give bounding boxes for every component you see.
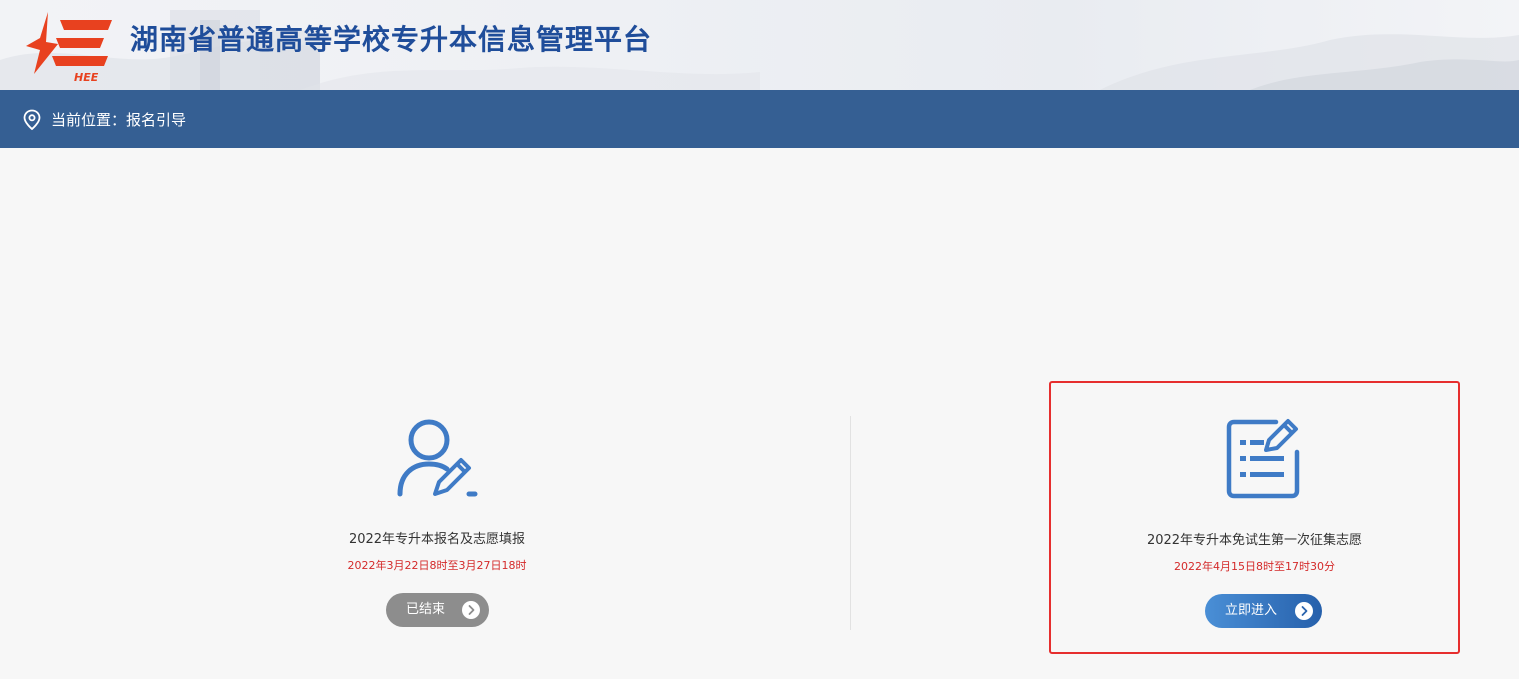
hee-logo: HEE	[26, 12, 112, 84]
ended-button[interactable]: 已结束	[386, 593, 489, 627]
site-header: HEE 湖南省普通高等学校专升本信息管理平台	[0, 0, 1519, 90]
form-edit-icon	[1226, 419, 1300, 499]
card-time-range: 2022年4月15日8时至17时30分	[1174, 560, 1335, 573]
location-pin-icon	[23, 109, 41, 131]
enter-now-button[interactable]: 立即进入	[1205, 594, 1322, 628]
arrow-right-icon	[462, 601, 480, 619]
logo-text: HEE	[74, 71, 99, 84]
button-label: 立即进入	[1225, 603, 1278, 618]
registration-card: 2022年专升本报名及志愿填报 2022年3月22日8时至3月27日18时 已结…	[287, 410, 587, 640]
button-label: 已结束	[406, 602, 446, 617]
card-time-range: 2022年3月22日8时至3月27日18时	[347, 559, 527, 572]
card-title: 2022年专升本免试生第一次征集志愿	[1146, 533, 1363, 548]
user-edit-icon	[397, 419, 478, 497]
supplementary-application-card: 2022年专升本免试生第一次征集志愿 2022年4月15日8时至17时30分 立…	[1049, 381, 1460, 654]
card-title: 2022年专升本报名及志愿填报	[348, 532, 526, 547]
card-divider	[850, 416, 851, 630]
site-title: 湖南省普通高等学校专升本信息管理平台	[130, 23, 653, 56]
arrow-right-icon	[1295, 602, 1313, 620]
breadcrumb: 当前位置：报名引导	[51, 111, 187, 129]
navigation-bar: 当前位置：报名引导	[0, 90, 1519, 148]
